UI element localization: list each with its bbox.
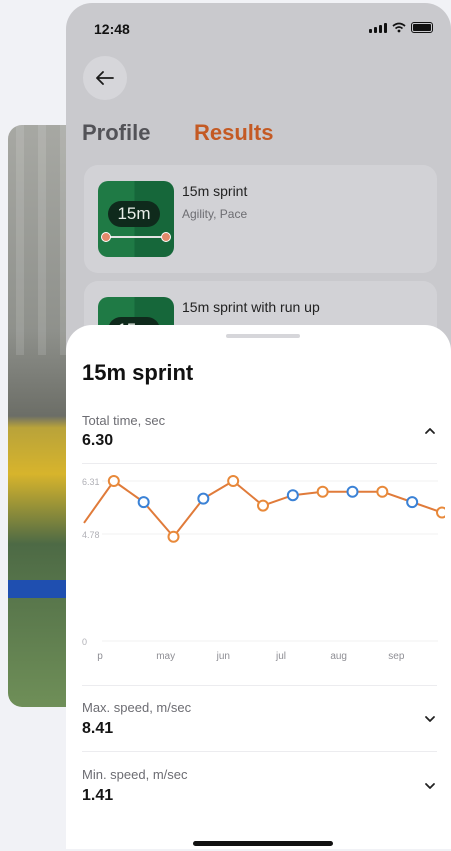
status-time: 12:48 (94, 21, 130, 37)
signal-icon (369, 22, 387, 33)
data-point (167, 530, 180, 543)
metric-label: Min. speed, m/sec (82, 767, 188, 782)
data-point (227, 475, 240, 487)
chevron-down-icon[interactable] (423, 712, 437, 726)
battery-icon (411, 22, 433, 33)
tab-profile[interactable]: Profile (82, 120, 150, 146)
y-tick-label: 0 (82, 637, 87, 647)
card-title: 15m sprint (182, 183, 248, 199)
metric-label: Max. speed, m/sec (82, 700, 192, 715)
y-tick-label: 6.31 (82, 477, 100, 487)
metric-label: Total time, sec (82, 413, 166, 428)
divider (82, 685, 437, 686)
card-subtitle: Agility, Pace (182, 207, 248, 221)
data-point (316, 485, 329, 498)
divider (82, 751, 437, 752)
thumb-label: 15m (108, 201, 160, 227)
data-point (137, 496, 150, 509)
result-card[interactable]: 15m 15m sprint Agility, Pace (84, 165, 437, 273)
arrow-left-icon (96, 71, 114, 85)
total-time-chart: 6.314.780pmayjunjulaugsepoct (82, 475, 445, 662)
metric-value: 6.30 (82, 432, 114, 449)
x-tick-label: may (156, 651, 175, 662)
x-tick-label: sep (388, 651, 405, 662)
metric-value: 1.41 (82, 787, 114, 804)
card-title: 15m sprint with run up (182, 299, 320, 315)
data-point (436, 506, 445, 519)
test-thumbnail: 15m (98, 181, 174, 257)
home-indicator (193, 841, 333, 846)
divider (82, 463, 437, 464)
data-point (346, 485, 359, 498)
x-tick-label: aug (330, 651, 347, 662)
data-point (286, 489, 299, 502)
y-tick-label: 4.78 (82, 530, 100, 540)
wifi-icon (392, 22, 406, 33)
x-tick-label: jun (216, 651, 230, 662)
data-point (197, 492, 210, 505)
x-tick-label: p (97, 651, 103, 662)
bottom-sheet: 15m sprint Total time, sec 6.30 6.31 4.78… (66, 325, 451, 849)
data-point (257, 499, 269, 512)
tab-results[interactable]: Results (194, 120, 273, 146)
drag-handle[interactable] (226, 334, 300, 338)
back-button[interactable] (83, 56, 127, 100)
data-point (406, 496, 419, 509)
data-point (376, 485, 389, 498)
data-point (107, 475, 120, 487)
chevron-down-icon[interactable] (423, 779, 437, 793)
x-tick-label: jul (275, 651, 286, 662)
status-icons (369, 22, 433, 33)
chevron-up-icon[interactable] (423, 424, 437, 438)
sheet-title: 15m sprint (82, 360, 194, 385)
metric-value: 8.41 (82, 720, 114, 737)
